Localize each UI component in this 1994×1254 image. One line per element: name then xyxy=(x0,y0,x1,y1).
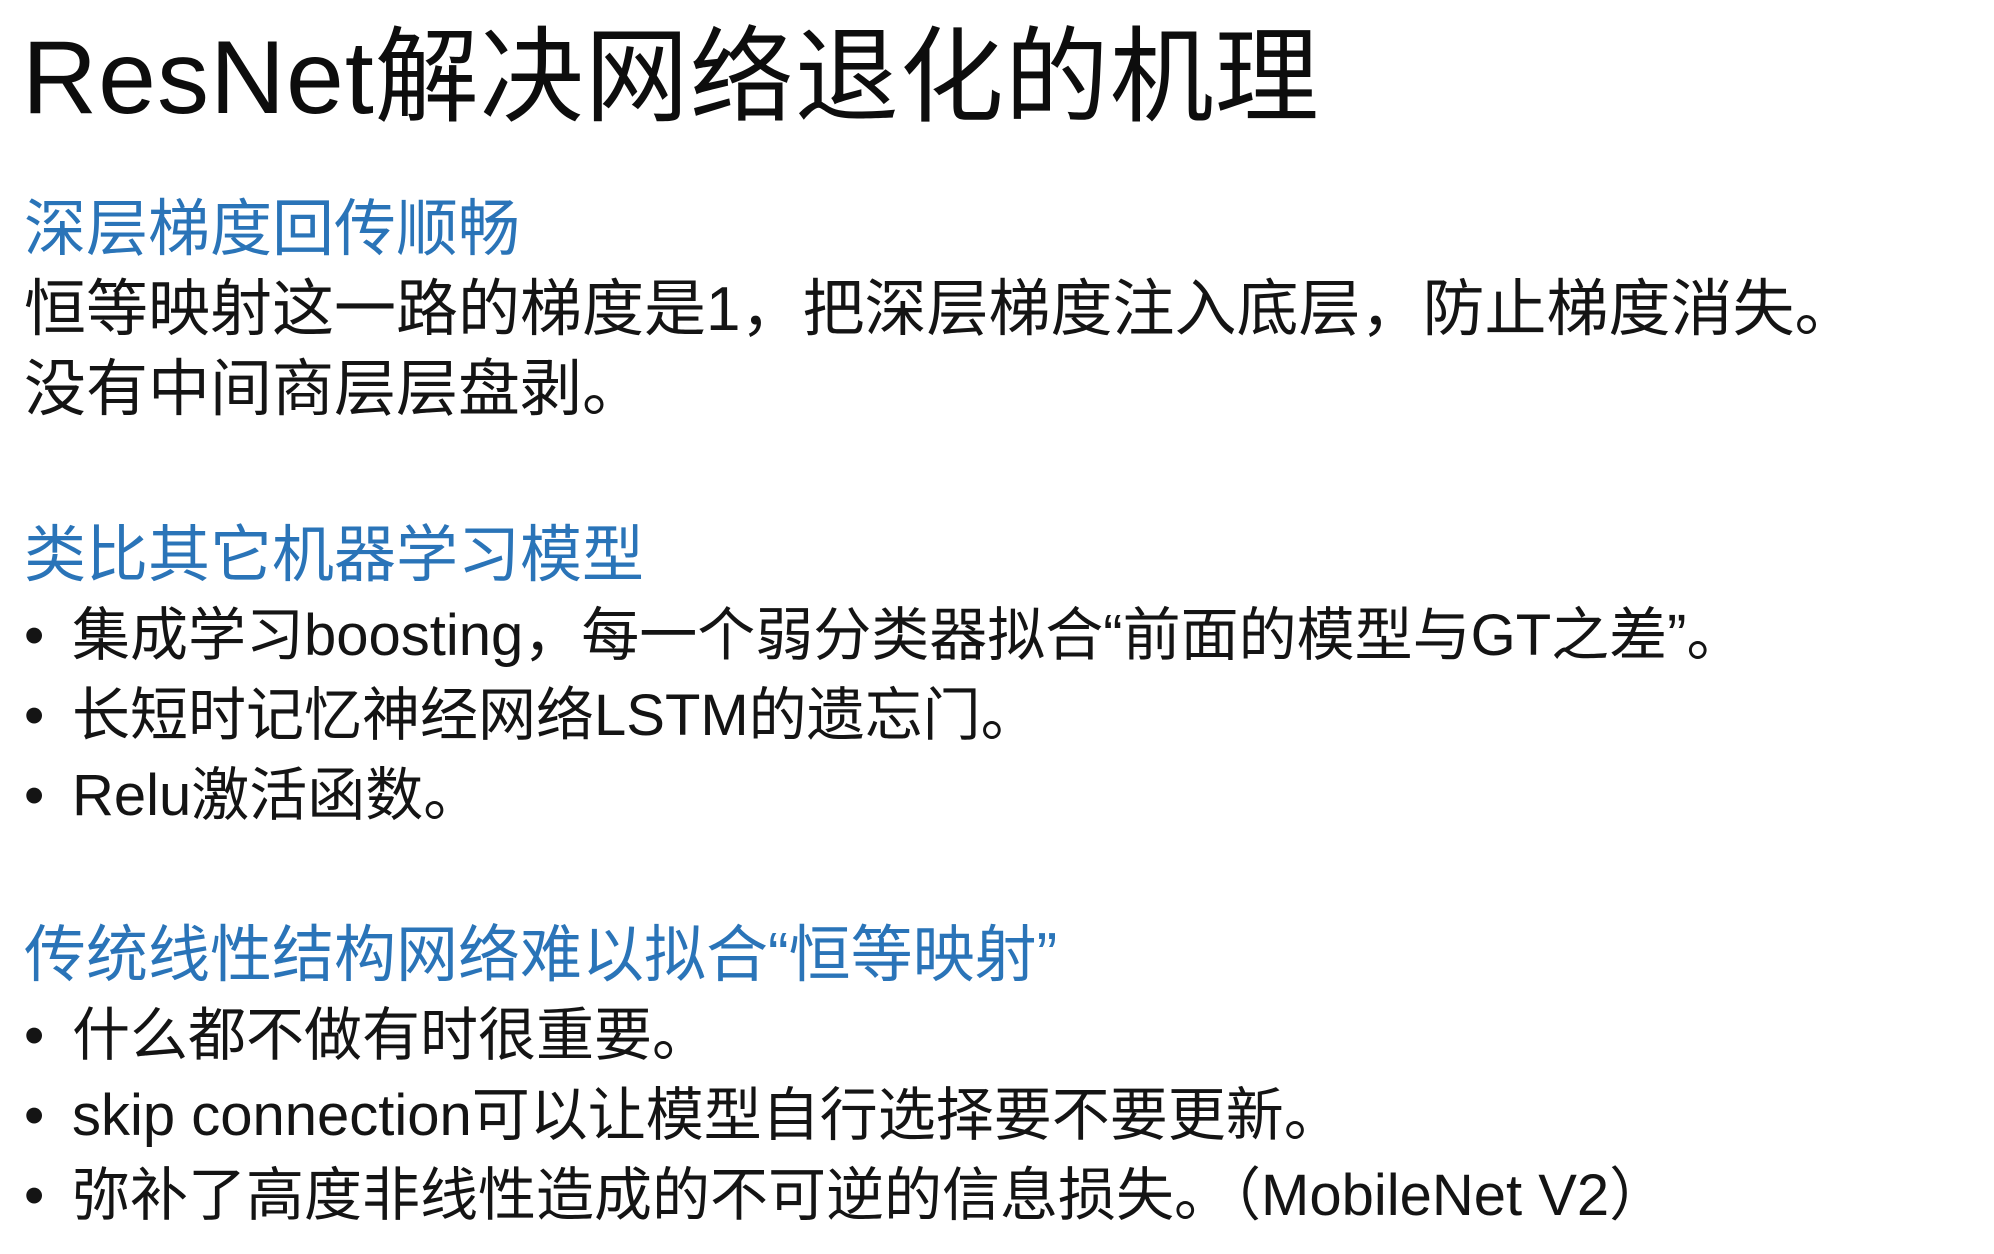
section-heading: 类比其它机器学习模型 xyxy=(24,521,645,590)
slide: ResNet解决网络退化的机理 深层梯度回传顺畅 恒等映射这一路的梯度是1，把深… xyxy=(0,0,1994,1254)
bullet-icon: • xyxy=(24,603,45,668)
bullet-text: 弥补了高度非线性造成的不可逆的信息损失。（MobileNet V2） xyxy=(72,1163,1668,1228)
bullet-icon: • xyxy=(24,1163,45,1228)
bullet-text: 集成学习boosting，每一个弱分类器拟合“前面的模型与GT之差”。 xyxy=(72,603,1745,668)
section-analogy: 类比其它机器学习模型 • 集成学习boosting，每一个弱分类器拟合“前面的模… xyxy=(24,516,1974,836)
bullet-icon: • xyxy=(24,763,45,828)
bullet-text: Relu激活函数。 xyxy=(72,763,482,828)
list-item: • skip connection可以让模型自行选择要不要更新。 xyxy=(24,1076,1974,1156)
bullet-list: • 集成学习boosting，每一个弱分类器拟合“前面的模型与GT之差”。 • … xyxy=(24,596,1974,836)
bullet-icon: • xyxy=(24,683,45,748)
bullet-text: 什么都不做有时很重要。 xyxy=(72,1003,711,1068)
section-heading: 深层梯度回传顺畅 xyxy=(24,195,521,264)
list-item: • 集成学习boosting，每一个弱分类器拟合“前面的模型与GT之差”。 xyxy=(24,596,1974,676)
bullet-text: 长短时记忆神经网络LSTM的遗忘门。 xyxy=(72,683,1039,748)
slide-title: ResNet解决网络退化的机理 xyxy=(22,20,1320,136)
list-item: • 弥补了高度非线性造成的不可逆的信息损失。（MobileNet V2） xyxy=(24,1156,1974,1236)
section-gradient-flow: 深层梯度回传顺畅 恒等映射这一路的梯度是1，把深层梯度注入底层，防止梯度消失。 … xyxy=(24,190,1974,430)
bullet-text: skip connection可以让模型自行选择要不要更新。 xyxy=(72,1083,1342,1148)
list-item: • 什么都不做有时很重要。 xyxy=(24,996,1974,1076)
bullet-icon: • xyxy=(24,1083,45,1148)
bullet-list: • 什么都不做有时很重要。 • skip connection可以让模型自行选择… xyxy=(24,996,1974,1236)
list-item: • 长短时记忆神经网络LSTM的遗忘门。 xyxy=(24,676,1974,756)
list-item: • Relu激活函数。 xyxy=(24,756,1974,836)
paragraph-line: 恒等映射这一路的梯度是1，把深层梯度注入底层，防止梯度消失。 xyxy=(24,275,1857,344)
section-identity-mapping: 传统线性结构网络难以拟合“恒等映射” • 什么都不做有时很重要。 • skip … xyxy=(24,916,1974,1236)
bullet-icon: • xyxy=(24,1003,45,1068)
section-heading: 传统线性结构网络难以拟合“恒等映射” xyxy=(24,921,1058,990)
paragraph-line: 没有中间商层层盘剥。 xyxy=(24,355,645,424)
